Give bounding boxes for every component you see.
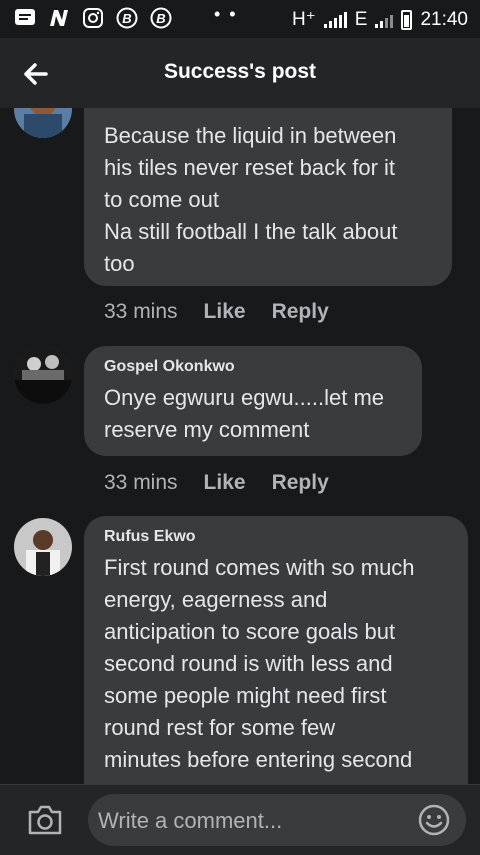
- svg-text:B: B: [122, 11, 131, 26]
- comment-author[interactable]: Gospel Okonkwo: [104, 358, 402, 376]
- like-button[interactable]: Like: [204, 300, 246, 324]
- svg-text:B: B: [156, 11, 165, 26]
- notification-icons: B B: [14, 7, 172, 29]
- avatar[interactable]: [14, 108, 72, 138]
- comment-timestamp: 33 mins: [104, 471, 178, 494]
- clock: 21:40: [420, 8, 468, 30]
- b-app-icon: B: [116, 7, 138, 29]
- comment-text: Onye egwuru egwu.....let me reserve my c…: [104, 385, 385, 442]
- comment-composer: Write a comment...: [0, 784, 480, 855]
- system-status: H⁺ E 21:40: [292, 8, 468, 31]
- avatar[interactable]: [14, 518, 72, 576]
- emoji-button[interactable]: [418, 804, 450, 836]
- instagram-icon: [82, 7, 104, 29]
- message-icon: [14, 7, 36, 29]
- comment-text: Because the liquid in between his tiles …: [104, 123, 398, 276]
- comment-text: First round comes with so much energy, e…: [104, 555, 415, 772]
- signal-strength-icon: [323, 11, 347, 28]
- comment-actions: 33 mins Like Reply: [104, 471, 329, 495]
- reply-button[interactable]: Reply: [272, 471, 329, 495]
- comment-bubble[interactable]: Gospel Okonkwo Onye egwuru egwu.....let …: [84, 346, 422, 456]
- network-type-label: H⁺: [292, 9, 316, 30]
- avatar[interactable]: [14, 346, 72, 404]
- n-app-icon: [48, 7, 70, 29]
- like-button[interactable]: Like: [204, 471, 246, 495]
- comment-actions: 33 mins Like Reply: [104, 300, 329, 324]
- comment-bubble[interactable]: Rufus Ekwo First round comes with so muc…: [84, 516, 468, 784]
- network-type-label-2: E: [354, 8, 368, 30]
- status-bar: B B • • H⁺ E 21:40: [0, 0, 480, 38]
- page-title: Success's post: [163, 60, 317, 83]
- reply-button[interactable]: Reply: [272, 300, 329, 324]
- comment-input[interactable]: Write a comment...: [88, 794, 466, 846]
- camera-button[interactable]: [26, 803, 64, 837]
- comment-input-placeholder: Write a comment...: [98, 808, 283, 833]
- comment-timestamp: 33 mins: [104, 300, 178, 323]
- battery-icon: [401, 9, 413, 30]
- comment-list[interactable]: Because the liquid in between his tiles …: [0, 108, 480, 784]
- more-notifications-dots: • •: [214, 4, 238, 24]
- comment-bubble[interactable]: Because the liquid in between his tiles …: [84, 108, 452, 286]
- post-header: Success's post: [0, 38, 480, 108]
- signal-strength-icon-2: [375, 12, 394, 28]
- b-app-icon-2: B: [150, 7, 172, 29]
- comment-author[interactable]: Rufus Ekwo: [104, 528, 448, 546]
- camera-icon: [28, 805, 62, 835]
- emoji-icon: [418, 804, 450, 836]
